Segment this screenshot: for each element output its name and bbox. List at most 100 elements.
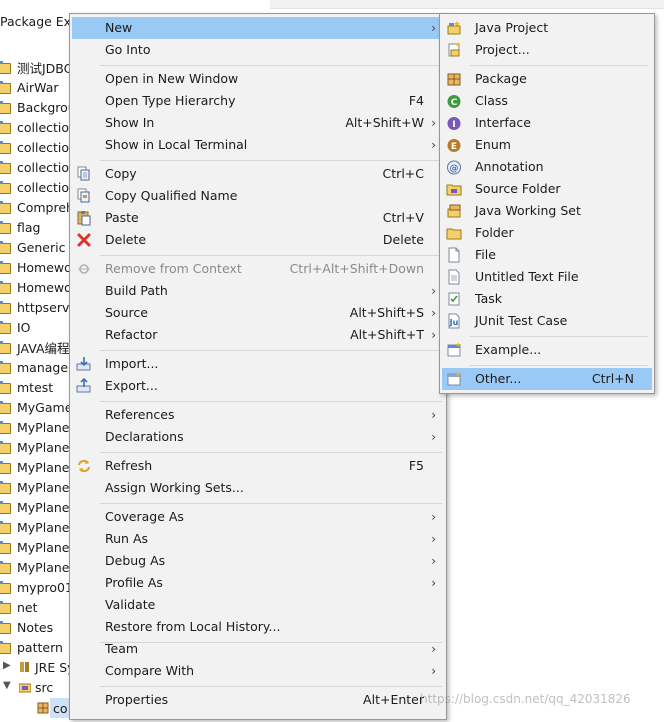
menu-item-shortcut: Alt+Enter bbox=[363, 692, 424, 707]
menu-item-label: Refresh bbox=[105, 458, 153, 473]
menu-item-references[interactable]: References › bbox=[72, 404, 444, 426]
java-project-icon bbox=[0, 461, 13, 474]
menu-item-label: Class bbox=[475, 93, 508, 108]
submenu-arrow-icon: › bbox=[431, 116, 436, 130]
menu-item-show-in-local-terminal[interactable]: Show in Local Terminal › bbox=[72, 134, 444, 156]
submenu-item-task[interactable]: Task bbox=[442, 288, 652, 310]
menu-item-label: Go Into bbox=[105, 42, 151, 57]
submenu-item-java-project[interactable]: Java Project bbox=[442, 17, 652, 39]
expand-arrow-icon[interactable]: ▶ bbox=[3, 660, 11, 671]
menu-item-validate[interactable]: Validate bbox=[72, 594, 444, 616]
menu-separator bbox=[100, 686, 442, 687]
menu-item-copy-qualified-name[interactable]: Copy Qualified Name bbox=[72, 185, 444, 207]
export-icon bbox=[76, 377, 92, 394]
menu-item-label: Show In bbox=[105, 115, 155, 130]
submenu-item-java-working-set[interactable]: Java Working Set bbox=[442, 200, 652, 222]
java-project-icon bbox=[446, 20, 462, 36]
submenu-item-interface[interactable]: I Interface bbox=[442, 112, 652, 134]
submenu-arrow-icon: › bbox=[431, 306, 436, 320]
menu-item-assign-working-sets[interactable]: Assign Working Sets... bbox=[72, 477, 444, 499]
package-explorer-tab-label: Package Exp bbox=[0, 14, 80, 29]
refresh-icon bbox=[76, 458, 92, 474]
submenu-arrow-icon: › bbox=[431, 510, 436, 524]
menu-item-debug-as[interactable]: Debug As › bbox=[72, 550, 444, 572]
menu-item-label: Project... bbox=[475, 42, 530, 57]
menu-item-label: Coverage As bbox=[105, 509, 184, 524]
delete-icon bbox=[76, 232, 92, 248]
java-project-icon bbox=[0, 541, 13, 554]
menu-separator bbox=[470, 336, 648, 337]
submenu-arrow-icon: › bbox=[431, 532, 436, 546]
menu-item-label: Show in Local Terminal bbox=[105, 137, 248, 152]
tree-row-label: Generic bbox=[17, 239, 66, 255]
menu-item-show-in[interactable]: Show In Alt+Shift+W › bbox=[72, 112, 444, 134]
menu-item-team[interactable]: Team › bbox=[72, 638, 444, 660]
menu-item-label: Enum bbox=[475, 137, 511, 152]
submenu-item-other[interactable]: Other... Ctrl+N bbox=[442, 368, 652, 390]
menu-item-go-into[interactable]: Go Into bbox=[72, 39, 444, 61]
menu-item-label: Open Type Hierarchy bbox=[105, 93, 236, 108]
menu-item-export[interactable]: Export... bbox=[72, 375, 444, 397]
tree-row-label: 测试JDBC bbox=[17, 60, 73, 76]
menu-item-label: Example... bbox=[475, 342, 542, 357]
menu-item-paste[interactable]: Paste Ctrl+V bbox=[72, 207, 444, 229]
menu-separator bbox=[470, 365, 648, 366]
menu-item-label: New bbox=[105, 20, 133, 35]
java-project-icon bbox=[0, 581, 13, 594]
menu-item-open-type-hierarchy[interactable]: Open Type Hierarchy F4 bbox=[72, 90, 444, 112]
svg-text:Ju: Ju bbox=[449, 318, 459, 327]
java-project-icon bbox=[0, 61, 13, 74]
remove-from-context-icon bbox=[76, 261, 92, 277]
annotation-icon: @ bbox=[446, 159, 462, 175]
submenu-item-junit-test-case[interactable]: Ju JUnit Test Case bbox=[442, 310, 652, 332]
tree-row-label: collection bbox=[17, 179, 77, 195]
eclipse-window: Package Exp 测试JDBC AirWar Backgrou colle… bbox=[0, 0, 664, 722]
menu-item-run-as[interactable]: Run As › bbox=[72, 528, 444, 550]
menu-item-label: Java Project bbox=[475, 20, 549, 35]
submenu-arrow-icon: › bbox=[431, 328, 436, 342]
example-icon bbox=[446, 342, 462, 358]
menu-item-label: Source bbox=[105, 305, 148, 320]
java-project-icon bbox=[0, 381, 13, 394]
menu-item-compare-with[interactable]: Compare With › bbox=[72, 660, 444, 682]
svg-text:@: @ bbox=[450, 164, 459, 174]
submenu-arrow-icon: › bbox=[431, 284, 436, 298]
submenu-item-example[interactable]: Example... bbox=[442, 339, 652, 361]
menu-item-declarations[interactable]: Declarations › bbox=[72, 426, 444, 448]
submenu-item-enum[interactable]: E Enum bbox=[442, 134, 652, 156]
submenu-item-class[interactable]: C Class bbox=[442, 90, 652, 112]
menu-item-refactor[interactable]: Refactor Alt+Shift+T › bbox=[72, 324, 444, 346]
tree-row-label: Backgrou bbox=[17, 99, 76, 115]
collapse-arrow-icon[interactable]: ▼ bbox=[3, 680, 11, 691]
java-working-set-icon bbox=[446, 203, 462, 219]
menu-item-open-in-new-window[interactable]: Open in New Window bbox=[72, 68, 444, 90]
menu-item-properties[interactable]: Properties Alt+Enter bbox=[72, 689, 444, 711]
tree-row-label: src bbox=[35, 679, 54, 695]
menu-item-build-path[interactable]: Build Path › bbox=[72, 280, 444, 302]
submenu-item-annotation[interactable]: @ Annotation bbox=[442, 156, 652, 178]
menu-item-delete[interactable]: Delete Delete bbox=[72, 229, 444, 251]
menu-item-label: Untitled Text File bbox=[475, 269, 579, 284]
menu-item-new[interactable]: New › bbox=[72, 17, 444, 39]
menu-item-coverage-as[interactable]: Coverage As › bbox=[72, 506, 444, 528]
menu-item-profile-as[interactable]: Profile As › bbox=[72, 572, 444, 594]
menu-item-source[interactable]: Source Alt+Shift+S › bbox=[72, 302, 444, 324]
submenu-arrow-icon: › bbox=[431, 408, 436, 422]
menu-item-label: Delete bbox=[105, 232, 147, 247]
submenu-item-untitled-text-file[interactable]: Untitled Text File bbox=[442, 266, 652, 288]
copy-qualified-name-icon bbox=[76, 188, 92, 204]
submenu-item-package[interactable]: Package bbox=[442, 68, 652, 90]
menu-separator bbox=[470, 65, 648, 66]
menu-item-shortcut: Ctrl+Alt+Shift+Down bbox=[289, 261, 424, 276]
tree-row-label: collection bbox=[17, 159, 77, 175]
menu-item-copy[interactable]: Copy Ctrl+C bbox=[72, 163, 444, 185]
submenu-item-project[interactable]: Project... bbox=[442, 39, 652, 61]
submenu-item-folder[interactable]: Folder bbox=[442, 222, 652, 244]
submenu-item-source-folder[interactable]: Source Folder bbox=[442, 178, 652, 200]
menu-item-import[interactable]: Import... bbox=[72, 353, 444, 375]
menu-item-refresh[interactable]: Refresh F5 bbox=[72, 455, 444, 477]
java-project-icon bbox=[0, 481, 13, 494]
submenu-item-file[interactable]: File bbox=[442, 244, 652, 266]
menu-item-label: Copy Qualified Name bbox=[105, 188, 238, 203]
menu-item-restore-from-local-history[interactable]: Restore from Local History... bbox=[72, 616, 444, 638]
